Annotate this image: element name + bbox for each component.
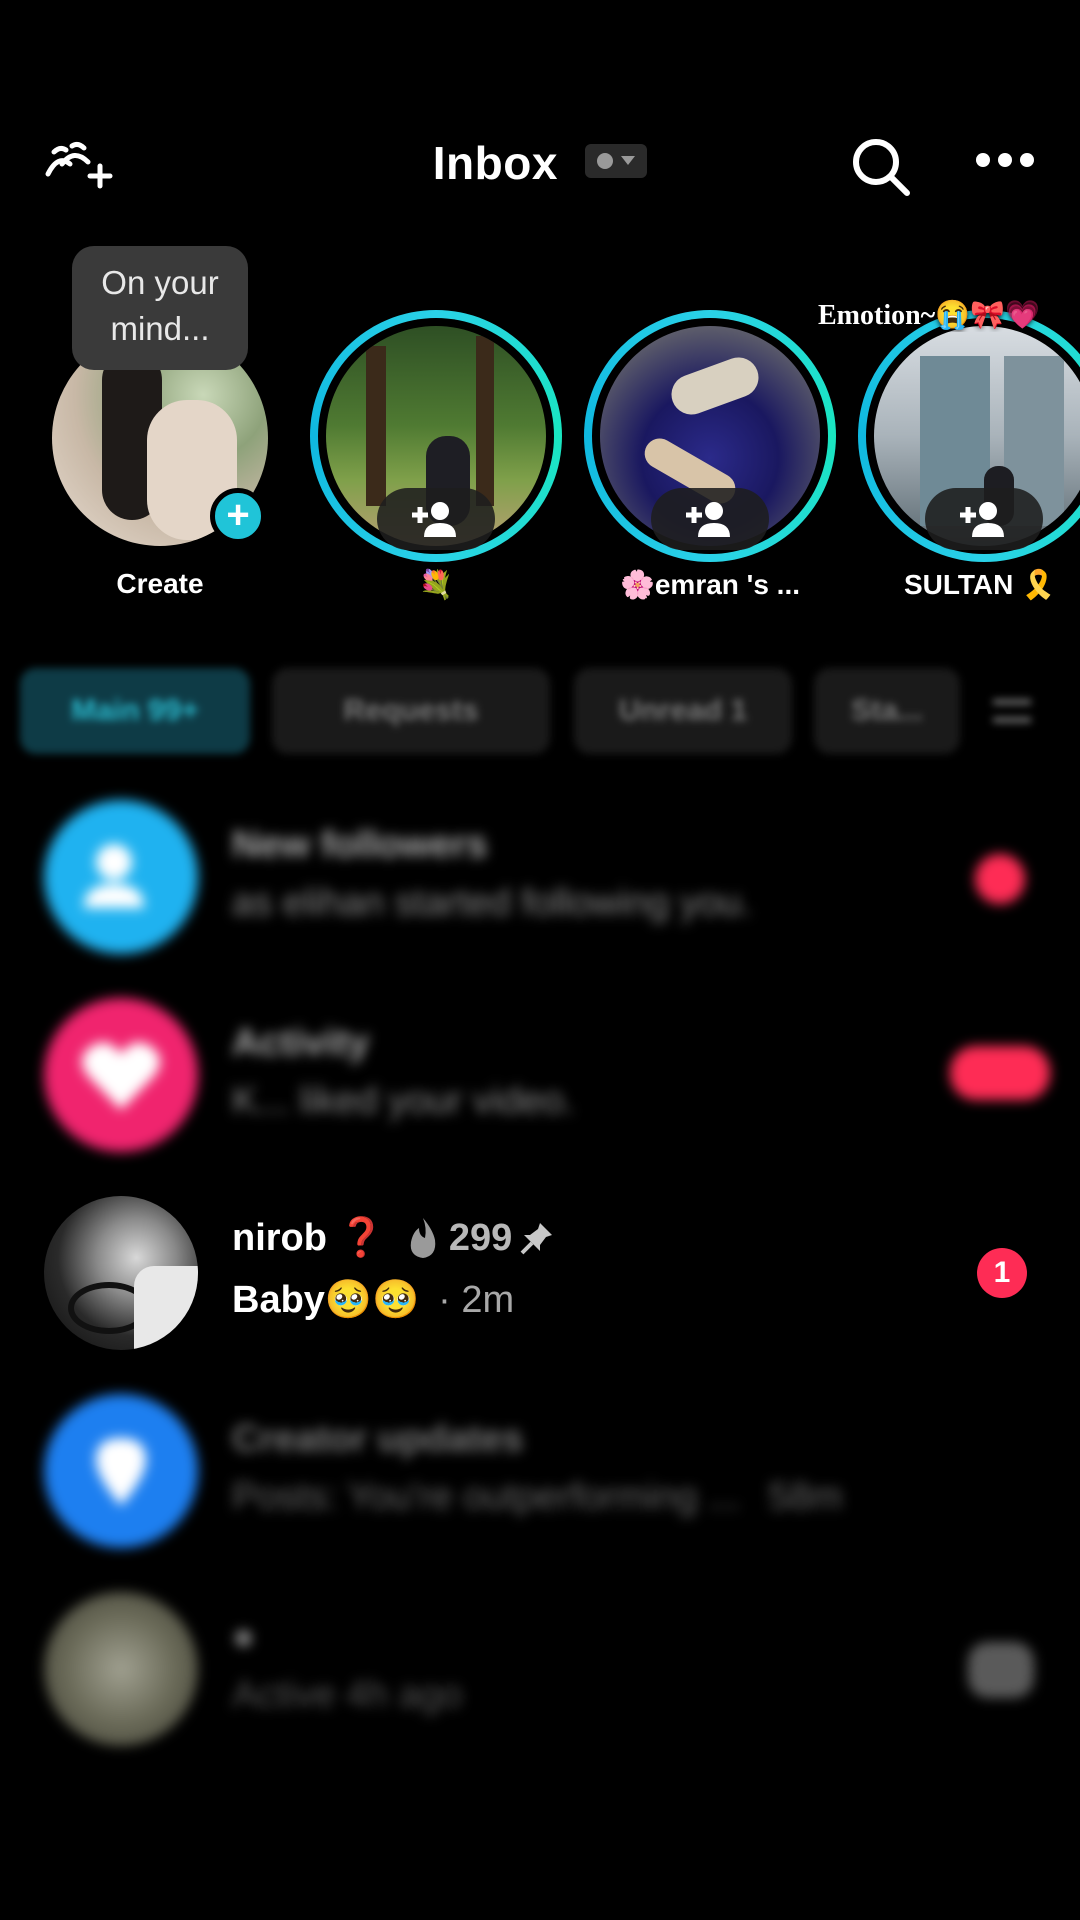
- count-badge: [950, 1046, 1050, 1100]
- row-subtitle: K... liked your video.: [232, 1080, 575, 1122]
- row-subtitle: Active 4h ago: [232, 1674, 463, 1716]
- followers-avatar: [44, 800, 198, 954]
- followers-icon: [84, 844, 144, 908]
- status-toggle[interactable]: [585, 143, 648, 178]
- message-row-creator-updates[interactable]: Creator updates Posts: You're outperform…: [0, 1394, 1080, 1548]
- streak-count: 299: [448, 1216, 513, 1259]
- search-icon: [853, 139, 910, 196]
- activity-avatar: [44, 998, 198, 1152]
- more-horizontal-icon: [976, 153, 1034, 167]
- mind-bubble-text: On your mind...: [101, 264, 219, 347]
- add-user-icon: [412, 502, 456, 537]
- follow-button[interactable]: [925, 488, 1043, 550]
- row-subtitle-text: Posts: You're outperforming ...: [232, 1476, 740, 1518]
- story-item[interactable]: [584, 310, 836, 562]
- avatar: [44, 1592, 198, 1746]
- search-button[interactable]: [850, 136, 912, 198]
- unread-badge: 1: [977, 1248, 1027, 1298]
- row-subtitle: as elihan started following you.: [232, 882, 752, 924]
- follow-button[interactable]: [651, 488, 769, 550]
- contact-name: nirob ❓: [232, 1217, 385, 1259]
- story-caption: Emotion~😭🎀💗: [818, 300, 1040, 331]
- message-row-contact[interactable]: ● Active 4h ago: [0, 1592, 1080, 1746]
- status-dot-icon: [597, 152, 614, 169]
- avatar: [44, 1196, 198, 1350]
- filter-settings-button[interactable]: [968, 668, 1056, 754]
- chip-unread[interactable]: Unread 1: [574, 668, 792, 754]
- add-user-icon: [686, 502, 730, 537]
- story-item[interactable]: [858, 310, 1080, 562]
- message-row-activity[interactable]: Activity K... liked your video.: [0, 998, 1080, 1152]
- wave-button[interactable]: [968, 1642, 1034, 1698]
- pin-icon: [520, 1223, 553, 1255]
- page-title: Inbox: [432, 136, 558, 189]
- last-message: Baby🥹🥹: [232, 1279, 420, 1321]
- chip-main[interactable]: Main 99+: [20, 668, 250, 754]
- row-time: 58m: [768, 1476, 843, 1518]
- row-title: Activity: [232, 1022, 370, 1064]
- flame-icon: [410, 1218, 436, 1258]
- story-label: SULTAN 🎗️: [903, 569, 1057, 600]
- location-pin-icon: [96, 1438, 146, 1506]
- row-title: New followers: [232, 824, 488, 866]
- row-title: nirob ❓ 299: [232, 1216, 554, 1260]
- inbox-title-area[interactable]: Inbox: [0, 132, 1080, 190]
- chip-starred[interactable]: Sta...: [814, 668, 960, 754]
- creator-updates-avatar: [44, 1394, 198, 1548]
- message-row-new-followers[interactable]: New followers as elihan started followin…: [0, 800, 1080, 954]
- message-time: · 2m: [438, 1279, 515, 1321]
- add-user-icon: [960, 502, 1004, 537]
- story-label-create: Create: [116, 568, 204, 599]
- row-title: Creator updates: [232, 1418, 524, 1460]
- heart-icon: [81, 1042, 161, 1110]
- plus-icon: +: [226, 493, 250, 537]
- message-row-chat[interactable]: nirob ❓ 299 Baby🥹🥹 · 2m 1: [0, 1196, 1080, 1350]
- story-label: 💐: [418, 569, 454, 600]
- add-story-button[interactable]: +: [210, 488, 266, 544]
- chip-requests[interactable]: Requests: [272, 668, 550, 754]
- story-item[interactable]: [310, 310, 562, 562]
- more-button[interactable]: [975, 152, 1035, 168]
- filter-chips: Main 99+ Requests Unread 1 Sta...: [0, 668, 1080, 754]
- mind-bubble[interactable]: On your mind...: [72, 246, 248, 370]
- sliders-icon: [993, 699, 1031, 723]
- story-label: 🌸emran 's ...: [619, 569, 801, 600]
- chevron-down-icon: [621, 155, 636, 165]
- row-subtitle: Posts: You're outperforming ... 58m: [232, 1476, 842, 1519]
- row-title: ●: [232, 1616, 255, 1658]
- row-subtitle: Baby🥹🥹 · 2m: [232, 1278, 514, 1322]
- follow-button[interactable]: [377, 488, 495, 550]
- unread-dot: [975, 854, 1025, 904]
